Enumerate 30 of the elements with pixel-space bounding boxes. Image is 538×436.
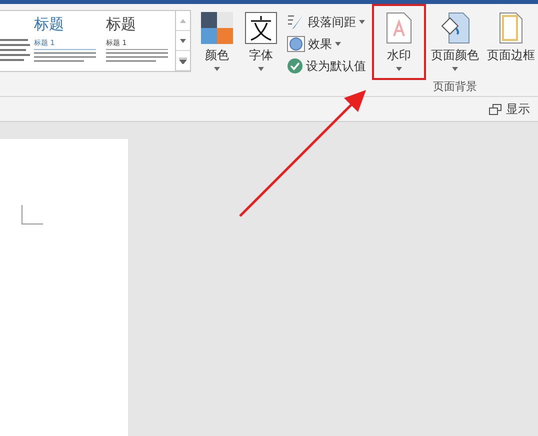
ribbon-button[interactable]: 效果 xyxy=(285,34,368,54)
style-body-text-drawing xyxy=(106,52,168,62)
ribbon-button[interactable]: 页面颜色 xyxy=(428,4,482,80)
document-letter-icon xyxy=(386,12,412,44)
ribbon-button[interactable]: 颜色 xyxy=(197,8,237,82)
ribbon-button[interactable]: 段落间距 xyxy=(285,12,368,32)
expand-icon xyxy=(179,58,187,64)
ribbon-button[interactable]: 字体 xyxy=(241,8,281,82)
style-title-preview[interactable]: 标题 xyxy=(106,13,174,35)
style-body-text-drawing xyxy=(34,52,96,62)
restore-window-icon xyxy=(489,104,502,114)
group-label: 页面背景 xyxy=(432,80,478,95)
caret-icon xyxy=(214,67,220,71)
paint-bucket-page-icon xyxy=(440,12,470,44)
font-character-icon xyxy=(245,12,277,44)
checkmark-icon xyxy=(287,58,303,74)
paragraph-spacing-icon xyxy=(287,14,305,30)
style-title-preview[interactable]: 标题 xyxy=(34,13,102,35)
ribbon-button[interactable]: 设为默认值 xyxy=(285,56,368,76)
margin-corner-mark xyxy=(21,205,43,225)
down-triangle-icon xyxy=(180,38,186,42)
style-preview-text-drawing xyxy=(0,38,30,62)
ribbon-button[interactable]: 水印 xyxy=(372,4,426,80)
navigation-button[interactable]: 显示 xyxy=(489,100,530,118)
effects-circle-icon xyxy=(287,36,305,52)
ribbon-button[interactable]: 页面边框 xyxy=(484,4,538,80)
caret-icon xyxy=(258,67,264,71)
page-border-icon xyxy=(499,12,523,44)
up-triangle-icon xyxy=(180,18,186,22)
color-palette-icon xyxy=(201,12,233,44)
